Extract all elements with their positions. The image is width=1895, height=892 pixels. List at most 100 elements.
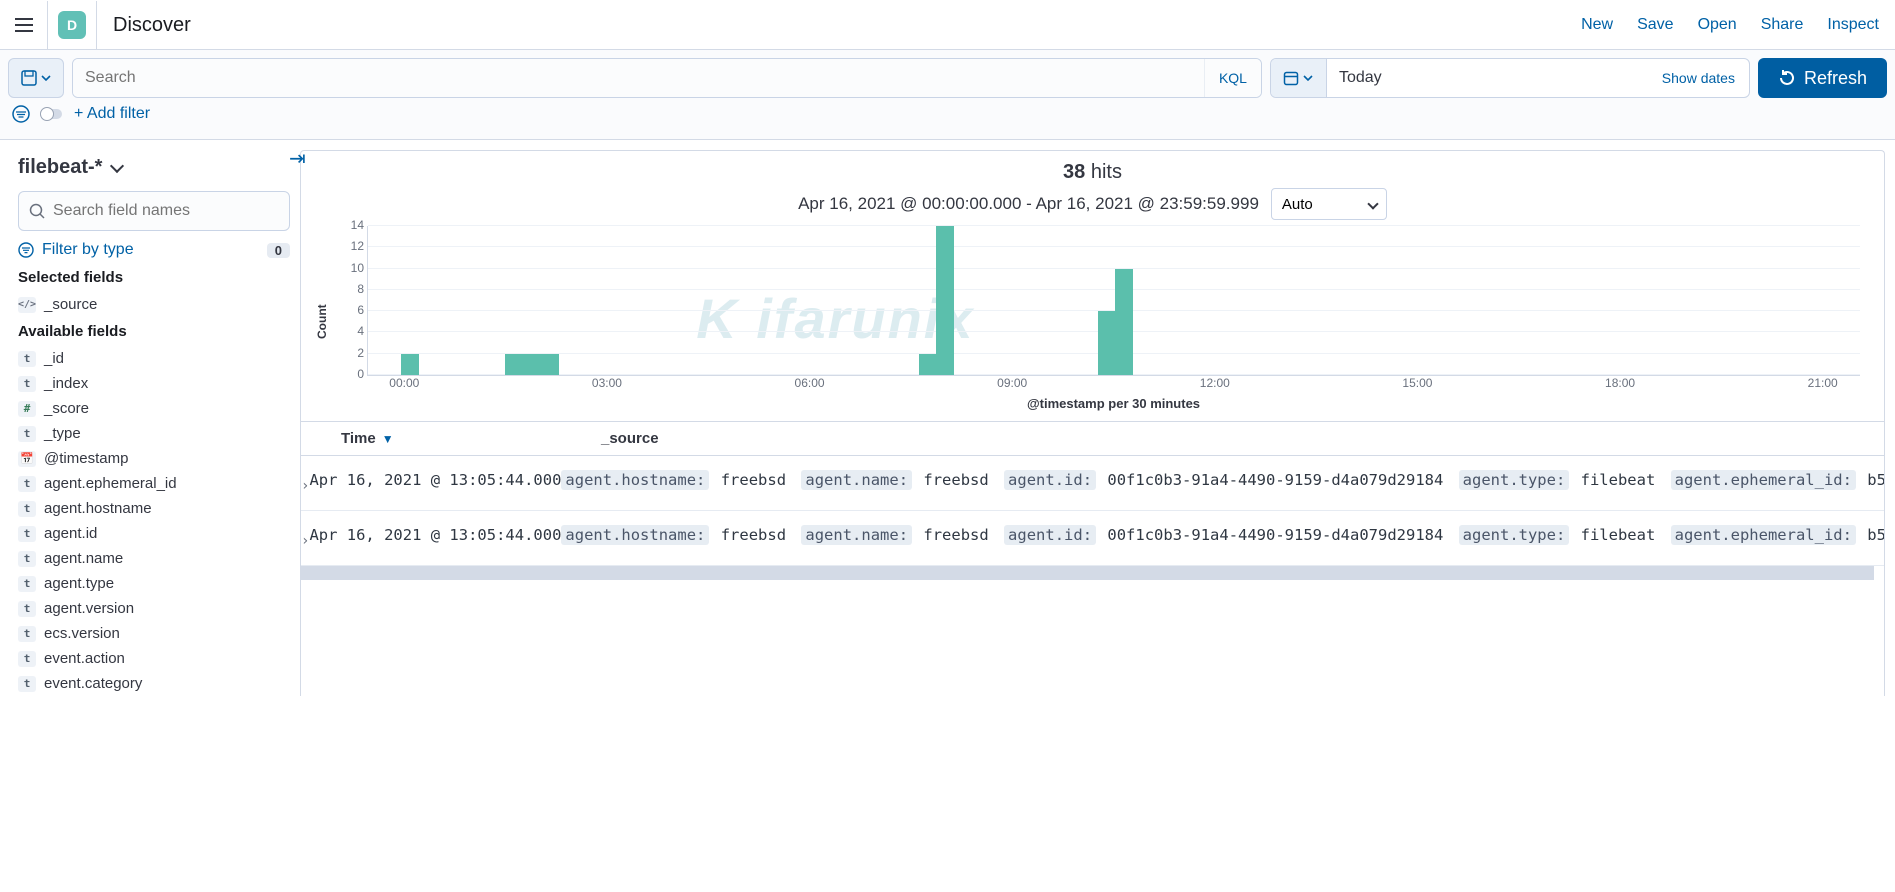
collapse-sidebar-button[interactable]: ⇤ [289, 146, 306, 171]
histogram-bar[interactable] [541, 354, 559, 375]
doc-time: Apr 16, 2021 @ 13:05:44.000 [309, 466, 561, 500]
histogram-bar[interactable] [523, 354, 541, 375]
histogram-bar[interactable] [401, 354, 419, 375]
filter-toggle[interactable] [42, 109, 62, 119]
field-item[interactable]: t event.action [18, 646, 290, 671]
x-tick: 21:00 [1808, 376, 1838, 390]
hamburger-icon [15, 18, 33, 32]
field-type-icon: t [18, 651, 36, 667]
field-value: 00f1c0b3-91a4-4490-9159-d4a079d29184 [1098, 471, 1453, 489]
field-item[interactable]: tevent.category [18, 671, 290, 696]
field-name: agent.id [44, 525, 97, 542]
x-tick: 06:00 [795, 376, 825, 390]
x-tick: 12:00 [1200, 376, 1230, 390]
expand-row-button[interactable]: › [301, 527, 309, 555]
nav-toggle-button[interactable] [0, 1, 48, 49]
y-tick: 4 [340, 324, 364, 338]
horizontal-scrollbar[interactable] [301, 566, 1874, 580]
y-tick: 2 [340, 346, 364, 360]
histogram-bar[interactable] [505, 354, 523, 375]
field-type-icon: t [18, 576, 36, 592]
field-item[interactable]: tagent.id [18, 521, 290, 546]
field-key: agent.ephemeral_id: [1671, 525, 1856, 545]
open-link[interactable]: Open [1698, 16, 1737, 34]
expand-row-button[interactable]: › [301, 472, 309, 500]
save-link[interactable]: Save [1637, 16, 1673, 34]
query-input[interactable] [73, 59, 1204, 97]
histogram-bar[interactable] [1098, 311, 1116, 375]
doc-source: agent.hostname: freebsd agent.name: free… [561, 521, 1885, 555]
field-item[interactable]: t ecs.version [18, 621, 290, 646]
field-name: _source [44, 296, 97, 313]
field-item[interactable]: t_index [18, 371, 290, 396]
index-pattern-label: filebeat-* [18, 156, 102, 179]
field-value: b5fd0837-cdf7-4db7-9b60-83cf3d27095c [1858, 471, 1885, 489]
show-dates-link[interactable]: Show dates [1648, 59, 1749, 97]
x-tick: 03:00 [592, 376, 622, 390]
index-pattern-selector[interactable]: filebeat-* [18, 156, 290, 179]
field-item[interactable]: 📅@timestamp [18, 446, 290, 471]
filter-settings-icon[interactable] [12, 105, 30, 123]
field-search-input[interactable] [53, 202, 279, 220]
field-value: 00f1c0b3-91a4-4490-9159-d4a079d29184 [1098, 526, 1453, 544]
query-input-wrap: KQL [72, 58, 1262, 98]
field-key: agent.id: [1004, 525, 1096, 545]
quick-select-button[interactable] [1271, 59, 1327, 97]
field-name: _index [44, 375, 88, 392]
date-value: Today [1327, 59, 1648, 97]
hit-count-label: hits [1091, 161, 1122, 183]
histogram-chart[interactable]: Count K ifarunix 02468101214 00:0003:000… [301, 226, 1884, 421]
field-item[interactable]: t _type [18, 421, 290, 446]
field-item[interactable]: tagent.hostname [18, 496, 290, 521]
add-filter-button[interactable]: + Add filter [74, 105, 150, 123]
field-item[interactable]: tagent.version [18, 596, 290, 621]
field-type-icon: t [18, 626, 36, 642]
saved-queries-button[interactable] [8, 58, 64, 98]
field-type-icon: t [18, 426, 36, 442]
time-column-header[interactable]: Time ▼ [341, 430, 601, 447]
y-axis-label: Count [311, 226, 333, 417]
filter-bar: + Add filter [0, 98, 1895, 140]
field-item[interactable]: tagent.ephemeral_id [18, 471, 290, 496]
field-item[interactable]: tagent.name [18, 546, 290, 571]
filter-by-type-row[interactable]: Filter by type 0 [18, 241, 290, 259]
histogram-bar[interactable] [936, 226, 954, 375]
field-value: filebeat [1571, 526, 1664, 544]
query-lang-button[interactable]: KQL [1204, 59, 1261, 97]
field-key: agent.name: [801, 470, 912, 490]
field-key: agent.hostname: [561, 525, 709, 545]
date-picker[interactable]: Today Show dates [1270, 58, 1750, 98]
doc-row: ›Apr 16, 2021 @ 13:05:44.000agent.hostna… [301, 456, 1884, 511]
refresh-button[interactable]: Refresh [1758, 58, 1887, 98]
y-tick: 8 [340, 282, 364, 296]
field-item[interactable]: #_score [18, 396, 290, 421]
x-tick: 00:00 [389, 376, 419, 390]
refresh-icon [1778, 69, 1796, 87]
field-name: event.category [44, 675, 142, 692]
inspect-link[interactable]: Inspect [1827, 16, 1879, 34]
top-navbar: D Discover New Save Open Share Inspect [0, 0, 1895, 50]
histogram-bar[interactable] [1115, 269, 1133, 375]
field-type-icon: </> [18, 297, 36, 313]
chevron-down-icon [1303, 75, 1313, 81]
hit-count: 38 hits [301, 151, 1884, 188]
field-item[interactable]: tagent.type [18, 571, 290, 596]
field-item[interactable]: t_id [18, 346, 290, 371]
new-link[interactable]: New [1581, 16, 1613, 34]
refresh-label: Refresh [1804, 68, 1867, 89]
space-selector[interactable]: D [48, 11, 96, 39]
field-name: agent.name [44, 550, 123, 567]
field-name: event.action [44, 650, 125, 667]
field-type-icon: t [18, 476, 36, 492]
histogram-bar[interactable] [919, 354, 937, 375]
filter-by-type-label: Filter by type [42, 241, 134, 259]
field-name: @timestamp [44, 450, 128, 467]
doc-time: Apr 16, 2021 @ 13:05:44.000 [309, 521, 561, 555]
field-key: agent.name: [801, 525, 912, 545]
field-item[interactable]: </> _source [18, 292, 290, 317]
x-tick: 15:00 [1402, 376, 1432, 390]
share-link[interactable]: Share [1761, 16, 1804, 34]
field-name: ecs.version [44, 625, 120, 642]
field-name: _type [44, 425, 81, 442]
field-name: agent.hostname [44, 500, 152, 517]
